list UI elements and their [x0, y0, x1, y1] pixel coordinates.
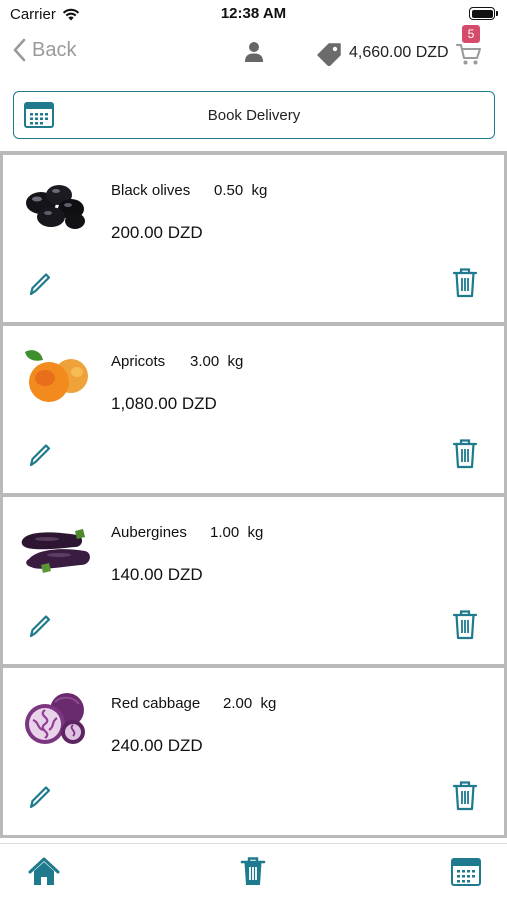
- back-button[interactable]: Back: [12, 38, 76, 62]
- edit-icon[interactable]: [28, 442, 52, 468]
- cart-item: Apricots 3.00 kg 1,080.00 DZD: [3, 326, 504, 493]
- item-price: 140.00 DZD: [111, 565, 203, 584]
- black-olives-image: [26, 185, 85, 229]
- back-label: Back: [32, 38, 77, 61]
- delete-icon[interactable]: [452, 267, 478, 298]
- item-name: Apricots: [111, 353, 166, 370]
- item-quantity: 3.00 kg: [190, 353, 244, 370]
- book-delivery-button[interactable]: Book Delivery: [13, 91, 495, 139]
- item-name: Black olives: [111, 182, 191, 199]
- cart-icon[interactable]: [456, 42, 482, 66]
- cart-item: Red cabbage 2.00 kg 240.00 DZD: [3, 668, 504, 835]
- item-quantity: 0.50 kg: [214, 182, 268, 199]
- item-price: 200.00 DZD: [111, 223, 203, 242]
- red-cabbage-image: [25, 693, 85, 744]
- item-name: Aubergines: [111, 524, 187, 541]
- battery-icon: [469, 7, 498, 20]
- cart-item-list[interactable]: Black olives 0.50 kg 200.00 DZD Apricots…: [0, 151, 507, 838]
- status-bar: Carrier 12:38 AM: [0, 0, 507, 28]
- trash-icon[interactable]: [240, 856, 266, 887]
- tab-bar: [0, 843, 507, 900]
- edit-icon[interactable]: [28, 613, 52, 639]
- delete-icon[interactable]: [452, 438, 478, 469]
- apricots-image: [25, 350, 88, 402]
- aubergines-image: [21, 529, 90, 573]
- book-delivery-label: Book Delivery: [207, 107, 301, 124]
- user-icon[interactable]: [244, 41, 264, 63]
- delete-icon[interactable]: [452, 609, 478, 640]
- edit-icon[interactable]: [28, 271, 52, 297]
- cart-item: Black olives 0.50 kg 200.00 DZD: [3, 155, 504, 322]
- item-quantity: 1.00 kg: [210, 524, 264, 541]
- nav-bar: Back 4,660.00 DZD 5: [0, 25, 507, 78]
- item-price: 240.00 DZD: [111, 736, 203, 755]
- edit-icon[interactable]: [28, 784, 52, 810]
- clock: 12:38 AM: [220, 5, 287, 22]
- chevron-left-icon: [13, 38, 26, 62]
- cart-total: 4,660.00 DZD: [349, 44, 449, 61]
- calendar-icon[interactable]: [451, 858, 481, 886]
- item-name: Red cabbage: [111, 695, 201, 712]
- item-quantity: 2.00 kg: [223, 695, 277, 712]
- cart-item: Aubergines 1.00 kg 140.00 DZD: [3, 497, 504, 664]
- home-icon[interactable]: [28, 857, 60, 887]
- cart-count-badge: 5: [462, 25, 480, 43]
- item-price: 1,080.00 DZD: [111, 394, 217, 413]
- delete-icon[interactable]: [452, 780, 478, 811]
- price-tag-icon: [317, 43, 341, 66]
